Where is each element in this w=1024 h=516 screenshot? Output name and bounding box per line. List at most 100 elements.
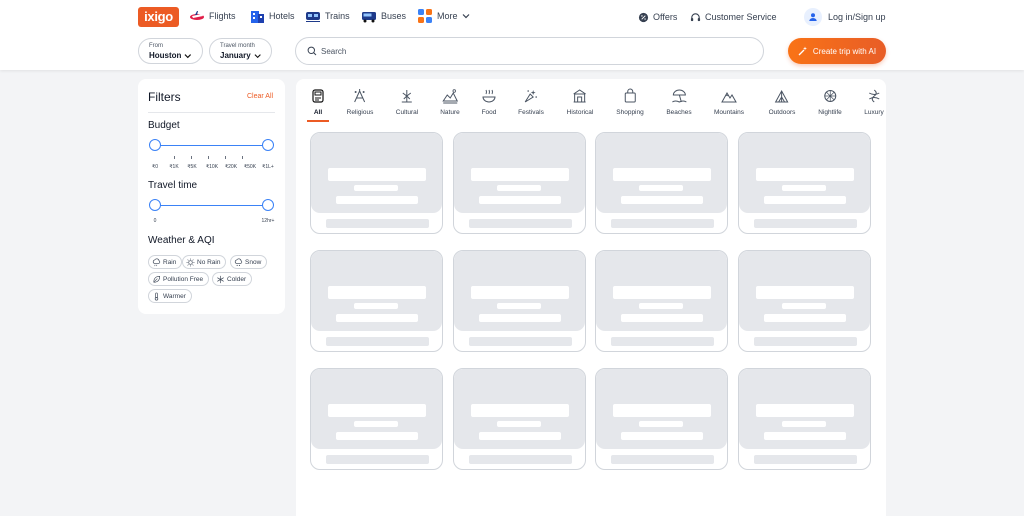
text-skeleton-line	[354, 421, 398, 427]
text-skeleton-line	[471, 168, 569, 181]
destination-card-skeleton[interactable]	[310, 132, 443, 234]
destination-card-skeleton[interactable]	[310, 250, 443, 352]
budget-tick	[208, 156, 209, 159]
customer-service-link[interactable]: Customer Service	[690, 9, 777, 25]
category-tab-all[interactable]: All	[310, 88, 326, 116]
nav-hotels[interactable]: Hotels	[249, 7, 295, 25]
chevron-down-icon	[184, 53, 192, 58]
filters-title: Filters	[148, 90, 181, 104]
budget-tick-label: ₹0	[152, 164, 158, 170]
travel-month-selector[interactable]: Travel month January	[209, 38, 272, 64]
budget-tick-label: ₹1K	[169, 164, 179, 170]
destination-card-skeleton[interactable]	[453, 132, 586, 234]
travel-time-min-label: 0	[153, 218, 157, 224]
nav-flights[interactable]: Flights	[189, 7, 236, 25]
category-tab-historical[interactable]: Historical	[567, 88, 593, 116]
destination-card-skeleton[interactable]	[595, 250, 728, 352]
budget-track	[155, 145, 268, 146]
apps-grid-icon	[417, 8, 433, 24]
destination-card-skeleton[interactable]	[738, 368, 871, 470]
festivals-icon	[524, 90, 537, 103]
travel-time-min-handle[interactable]	[149, 199, 161, 211]
category-tab-nature[interactable]: Nature	[440, 88, 460, 116]
weather-chip-no-rain[interactable]: No Rain	[182, 255, 227, 269]
destination-card-skeleton[interactable]	[595, 368, 728, 470]
nightlife-icon	[823, 90, 836, 102]
category-tab-food[interactable]: Food	[481, 88, 497, 116]
category-label: Shopping	[616, 109, 644, 116]
search-icon	[307, 46, 317, 56]
from-label: From	[149, 43, 163, 49]
divider	[148, 112, 275, 113]
nav-trains[interactable]: Trains	[305, 7, 350, 25]
top-header: ixigo Flights Hotels Trains Buses More O…	[0, 0, 1024, 70]
text-skeleton-line	[479, 196, 561, 204]
weather-chip-pollution-free[interactable]: Pollution Free	[148, 272, 210, 286]
login-button[interactable]: Log in/Sign up	[804, 7, 886, 27]
clear-all-link[interactable]: Clear All	[247, 93, 273, 100]
text-skeleton-line	[611, 219, 714, 228]
religious-icon	[354, 89, 366, 103]
luxury-icon	[868, 89, 880, 103]
weather-chip-colder[interactable]: Colder	[212, 272, 253, 286]
search-input[interactable]	[321, 46, 721, 56]
nav-more[interactable]: More	[417, 7, 470, 25]
ixigo-logo[interactable]: ixigo	[138, 7, 179, 27]
category-label: Food	[481, 109, 497, 116]
travel-month-value: January	[220, 51, 251, 60]
destination-card-skeleton[interactable]	[738, 250, 871, 352]
text-skeleton-line	[754, 455, 857, 464]
text-skeleton-line	[354, 185, 398, 191]
destination-card-skeleton[interactable]	[595, 132, 728, 234]
destination-card-skeleton[interactable]	[453, 250, 586, 352]
budget-tick-label: ₹20K	[224, 164, 238, 170]
headset-icon	[690, 12, 701, 21]
offers-link[interactable]: Offers	[638, 9, 677, 25]
category-tab-shopping[interactable]: Shopping	[616, 88, 644, 116]
budget-max-handle[interactable]	[262, 139, 274, 151]
text-skeleton-line	[469, 337, 572, 346]
category-tab-festivals[interactable]: Festivals	[518, 88, 544, 116]
train-icon	[305, 8, 321, 24]
category-tab-luxury[interactable]: Luxury	[864, 88, 884, 116]
category-label: Beaches	[666, 109, 692, 116]
category-label: Cultural	[395, 109, 419, 116]
nav-buses-label: Buses	[381, 11, 407, 21]
category-tab-cultural[interactable]: Cultural	[396, 88, 418, 116]
travel-time-track	[155, 205, 268, 206]
search-box[interactable]	[295, 37, 764, 65]
nav-trains-label: Trains	[325, 11, 350, 21]
all-icon	[312, 89, 324, 103]
offers-label: Offers	[653, 12, 678, 22]
category-label: Luxury	[864, 109, 884, 116]
travel-time-max-handle[interactable]	[262, 199, 274, 211]
weather-chip-rain[interactable]: Rain	[148, 255, 183, 269]
travel-time-max-label: 12hr+	[261, 218, 275, 224]
category-tab-nightlife[interactable]: Nightlife	[818, 88, 842, 116]
flight-icon	[189, 8, 205, 24]
nav-buses[interactable]: Buses	[361, 7, 406, 25]
destination-card-skeleton[interactable]	[310, 368, 443, 470]
travel-month-label: Travel month	[220, 43, 255, 49]
nav-hotels-label: Hotels	[269, 11, 295, 21]
destination-card-skeleton[interactable]	[738, 132, 871, 234]
nav-flights-label: Flights	[209, 11, 236, 21]
text-skeleton-line	[639, 185, 683, 191]
chevron-down-icon	[462, 14, 469, 19]
category-tab-mountains[interactable]: Mountains	[714, 88, 744, 116]
customer-service-label: Customer Service	[705, 12, 777, 22]
category-tab-outdoors[interactable]: Outdoors	[769, 88, 795, 116]
text-skeleton-line	[756, 404, 854, 417]
budget-min-handle[interactable]	[149, 139, 161, 151]
from-selector[interactable]: From Houston	[138, 38, 203, 64]
text-skeleton-line	[621, 196, 703, 204]
cultural-icon	[402, 90, 412, 103]
budget-tick-label: ₹1L+	[262, 164, 274, 170]
category-label: Nature	[440, 109, 460, 116]
weather-chip-snow[interactable]: Snow	[230, 255, 268, 269]
category-tab-beaches[interactable]: Beaches	[666, 88, 692, 116]
category-tab-religious[interactable]: Religious	[347, 88, 373, 116]
destination-card-skeleton[interactable]	[453, 368, 586, 470]
weather-chip-warmer[interactable]: Warmer	[148, 289, 192, 303]
create-trip-ai-button[interactable]: Create trip with AI	[788, 38, 886, 64]
